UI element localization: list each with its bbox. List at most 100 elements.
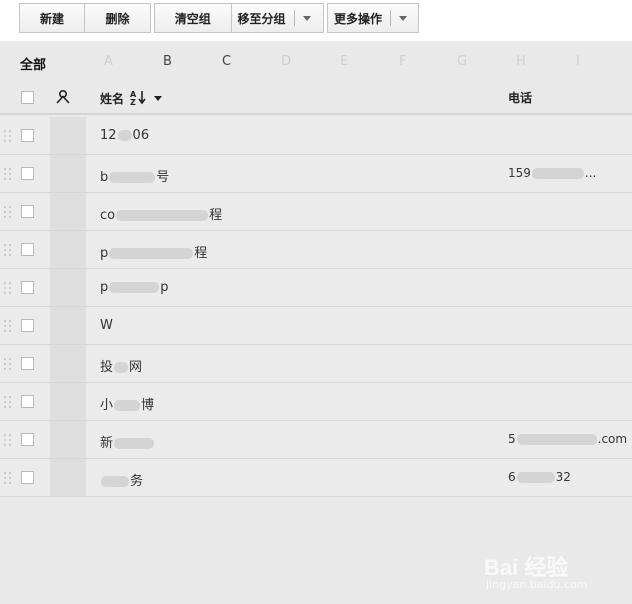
more-actions-label: 更多操作 — [334, 11, 383, 26]
drag-handle-icon[interactable] — [4, 206, 12, 218]
clear-group-button[interactable]: 清空组 — [155, 4, 231, 32]
contact-row[interactable]: co 程 — [0, 193, 632, 231]
alphabet-letter-c[interactable]: C — [222, 54, 231, 69]
row-checkbox[interactable] — [21, 471, 34, 484]
contact-name-visible: 12 — [100, 128, 117, 143]
alphabet-letter-i[interactable]: I — [576, 54, 580, 69]
drag-handle-icon[interactable] — [4, 282, 12, 294]
row-checkbox[interactable] — [21, 243, 34, 256]
alphabet-letter-f[interactable]: F — [399, 54, 406, 69]
contact-phone-visible: 6 — [508, 470, 516, 484]
contact-phone-visible: 159 — [508, 166, 531, 180]
row-checkbox[interactable] — [21, 167, 34, 180]
row-checkbox[interactable] — [21, 433, 34, 446]
contact-name-visible: 新 — [100, 436, 114, 451]
name-column-label: 姓名 — [100, 92, 125, 106]
redacted-text — [109, 282, 160, 293]
redacted-text — [531, 168, 584, 179]
contact-phone: 159... — [508, 166, 596, 180]
redacted-text — [101, 476, 129, 487]
drag-handle-icon[interactable] — [4, 244, 12, 256]
sort-az-icon[interactable]: A Z — [130, 89, 148, 108]
name-column-header[interactable]: 姓名 A Z — [100, 89, 163, 108]
alphabet-filter-bar: 全部 A B C D E F G H I — [0, 41, 632, 82]
alphabet-letter-e[interactable]: E — [340, 54, 348, 69]
contact-name-visible: co — [100, 208, 116, 223]
avatar — [50, 193, 86, 230]
alphabet-letter-a[interactable]: A — [104, 54, 113, 69]
contact-name-tail: 务 — [130, 474, 144, 489]
contact-row[interactable]: 小博 — [0, 383, 632, 421]
delete-button[interactable]: 删除 — [85, 4, 150, 32]
drag-handle-icon[interactable] — [4, 168, 12, 180]
contact-row[interactable]: 12 06 — [0, 117, 632, 155]
contact-name-tail: 06 — [132, 128, 150, 143]
drag-handle-icon[interactable] — [4, 358, 12, 370]
contact-name[interactable]: W — [100, 318, 113, 333]
contact-name[interactable]: p程 — [100, 242, 207, 261]
new-delete-group: 新建 删除 — [19, 3, 151, 33]
contact-phone-tail: ... — [584, 166, 597, 180]
contact-list-header: 姓名 A Z 电话 — [0, 82, 632, 115]
contact-name-visible: W — [100, 318, 113, 333]
contact-phone: 5 .com — [508, 432, 627, 446]
contact-name[interactable]: 务 — [100, 470, 143, 489]
alphabet-letter-g[interactable]: G — [457, 54, 467, 69]
row-checkbox[interactable] — [21, 395, 34, 408]
alphabet-letter-d[interactable]: D — [281, 54, 291, 69]
contact-name[interactable]: 投网 — [100, 356, 142, 375]
toolbar: 新建 删除 清空组 移至分组 更多操作 — [0, 0, 632, 41]
contact-name-tail: 程 — [194, 246, 208, 261]
row-checkbox[interactable] — [21, 129, 34, 142]
svg-text:Z: Z — [130, 98, 136, 105]
contact-row[interactable]: p程 — [0, 231, 632, 269]
contact-row[interactable]: 务 6 32 — [0, 459, 632, 497]
drag-handle-icon[interactable] — [4, 320, 12, 332]
contact-row[interactable]: 投网 — [0, 345, 632, 383]
avatar — [50, 117, 86, 154]
split-separator — [390, 10, 392, 26]
contact-row[interactable]: pp — [0, 269, 632, 307]
alphabet-all[interactable]: 全部 — [20, 54, 46, 73]
contact-row[interactable]: b号 159... — [0, 155, 632, 193]
redacted-text — [117, 130, 132, 141]
contact-row[interactable]: 新 5 .com — [0, 421, 632, 459]
avatar — [50, 345, 86, 382]
more-actions-button[interactable]: 更多操作 — [328, 4, 418, 32]
chevron-down-icon[interactable] — [302, 15, 311, 21]
contact-name[interactable]: pp — [100, 280, 169, 295]
contact-name-tail: 博 — [141, 398, 155, 413]
chevron-down-icon[interactable] — [154, 96, 163, 101]
contact-name[interactable]: 12 06 — [100, 128, 149, 143]
avatar — [50, 421, 86, 458]
row-checkbox[interactable] — [21, 205, 34, 218]
redacted-text — [116, 210, 209, 221]
new-button[interactable]: 新建 — [20, 4, 84, 32]
redacted-text — [114, 362, 129, 373]
avatar — [50, 307, 86, 344]
row-checkbox[interactable] — [21, 319, 34, 332]
select-all-checkbox[interactable] — [21, 91, 34, 104]
contact-phone-tail: 32 — [555, 470, 571, 484]
drag-handle-icon[interactable] — [4, 434, 12, 446]
redacted-text — [114, 438, 155, 449]
person-icon — [55, 89, 71, 109]
move-to-group-button[interactable]: 移至分组 — [232, 4, 323, 32]
row-checkbox[interactable] — [21, 281, 34, 294]
chevron-down-icon[interactable] — [399, 15, 408, 21]
drag-handle-icon[interactable] — [4, 130, 12, 142]
alphabet-letter-h[interactable]: H — [516, 54, 526, 69]
drag-handle-icon[interactable] — [4, 472, 12, 484]
contact-name[interactable]: co 程 — [100, 204, 222, 223]
contact-name[interactable]: 小博 — [100, 394, 154, 413]
contact-name[interactable]: 新 — [100, 432, 155, 451]
contact-phone-visible: 5 — [508, 432, 516, 446]
contact-name[interactable]: b号 — [100, 166, 169, 185]
row-checkbox[interactable] — [21, 357, 34, 370]
alphabet-letter-b[interactable]: B — [163, 54, 172, 69]
redacted-text — [109, 248, 194, 259]
contact-row[interactable]: W — [0, 307, 632, 345]
drag-handle-icon[interactable] — [4, 396, 12, 408]
avatar — [50, 383, 86, 420]
watermark-url: jingyan.baidu.com — [486, 578, 588, 591]
